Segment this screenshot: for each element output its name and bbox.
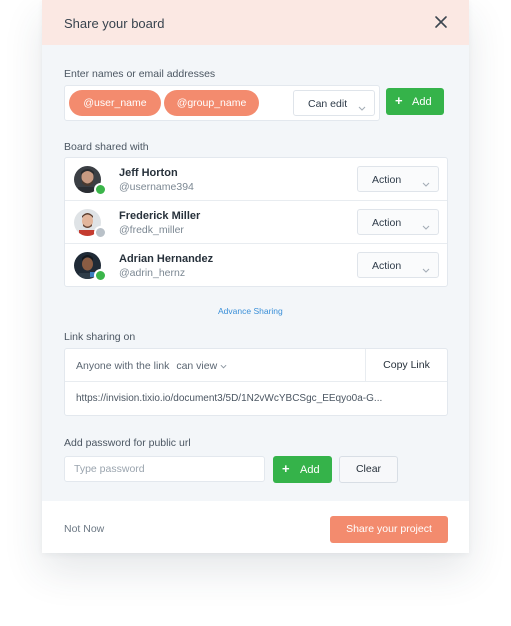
action-label: Action (372, 174, 402, 186)
modal-title: Share your board (64, 16, 165, 31)
user-handle: @adrin_hernz (119, 267, 186, 279)
share-project-button[interactable]: Share your project (330, 516, 448, 543)
user-name: Frederick Miller (119, 210, 201, 222)
link-audience: Anyone with the link (76, 360, 170, 372)
shared-user-row: Adrian Hernandez @adrin_hernz Action (65, 243, 447, 286)
shared-users-list: Jeff Horton @username394 Action Frederic… (64, 157, 448, 287)
modal-header: Share your board (42, 0, 469, 45)
action-dropdown[interactable]: Action (357, 166, 439, 192)
modal-footer: Not Now Share your project (42, 501, 469, 553)
group-tag[interactable]: @group_name (164, 90, 259, 116)
divider (65, 381, 447, 382)
add-invite-label: Add (412, 96, 432, 108)
user-name: Jeff Horton (119, 167, 178, 179)
close-icon[interactable] (434, 15, 448, 29)
link-permission: Anyone with the link can view (76, 360, 227, 372)
chevron-down-icon (220, 364, 227, 369)
shared-label: Board shared with (64, 141, 149, 153)
copy-link-button[interactable]: Copy Link (366, 349, 447, 381)
action-label: Action (372, 260, 402, 272)
chevron-down-icon (422, 178, 430, 187)
online-status-dot (94, 183, 107, 196)
add-password-button[interactable]: + Add (273, 456, 332, 483)
invite-label: Enter names or email addresses (64, 68, 216, 80)
user-tag[interactable]: @user_name (69, 90, 161, 116)
invite-input[interactable]: @user_name @group_name Can edit (64, 85, 380, 121)
link-view-permission-label: can view (176, 360, 218, 372)
link-sharing-box: Anyone with the link can view Copy Link … (64, 348, 448, 416)
chevron-down-icon (358, 102, 366, 111)
advance-sharing-link[interactable]: Advance Sharing (218, 306, 283, 316)
user-name: Adrian Hernandez (119, 253, 214, 265)
shared-user-row: Jeff Horton @username394 Action (65, 158, 447, 200)
not-now-button[interactable]: Not Now (64, 523, 104, 535)
clear-button[interactable]: Clear (339, 456, 398, 483)
link-sharing-label: Link sharing on (64, 331, 136, 343)
action-dropdown[interactable]: Action (357, 252, 439, 278)
chevron-down-icon (422, 264, 430, 273)
permission-select-value: Can edit (308, 98, 348, 110)
add-password-label: Add (300, 464, 320, 476)
add-invite-button[interactable]: + Add (386, 88, 444, 115)
password-label: Add password for public url (64, 437, 191, 449)
action-label: Action (372, 217, 402, 229)
password-input[interactable] (64, 456, 265, 482)
link-view-permission-select[interactable]: can view (176, 360, 227, 372)
user-handle: @fredk_miller (119, 224, 184, 236)
plus-icon: + (282, 461, 290, 476)
chevron-down-icon (422, 221, 430, 230)
action-dropdown[interactable]: Action (357, 209, 439, 235)
share-board-modal: Share your board Enter names or email ad… (42, 0, 469, 553)
shared-user-row: Frederick Miller @fredk_miller Action (65, 200, 447, 243)
online-status-dot (94, 269, 107, 282)
user-handle: @username394 (119, 181, 194, 193)
permission-select[interactable]: Can edit (293, 90, 375, 116)
share-url[interactable]: https://invision.tixio.io/document3/5D/1… (76, 393, 424, 404)
offline-status-dot (94, 226, 107, 239)
plus-icon: + (395, 93, 403, 108)
